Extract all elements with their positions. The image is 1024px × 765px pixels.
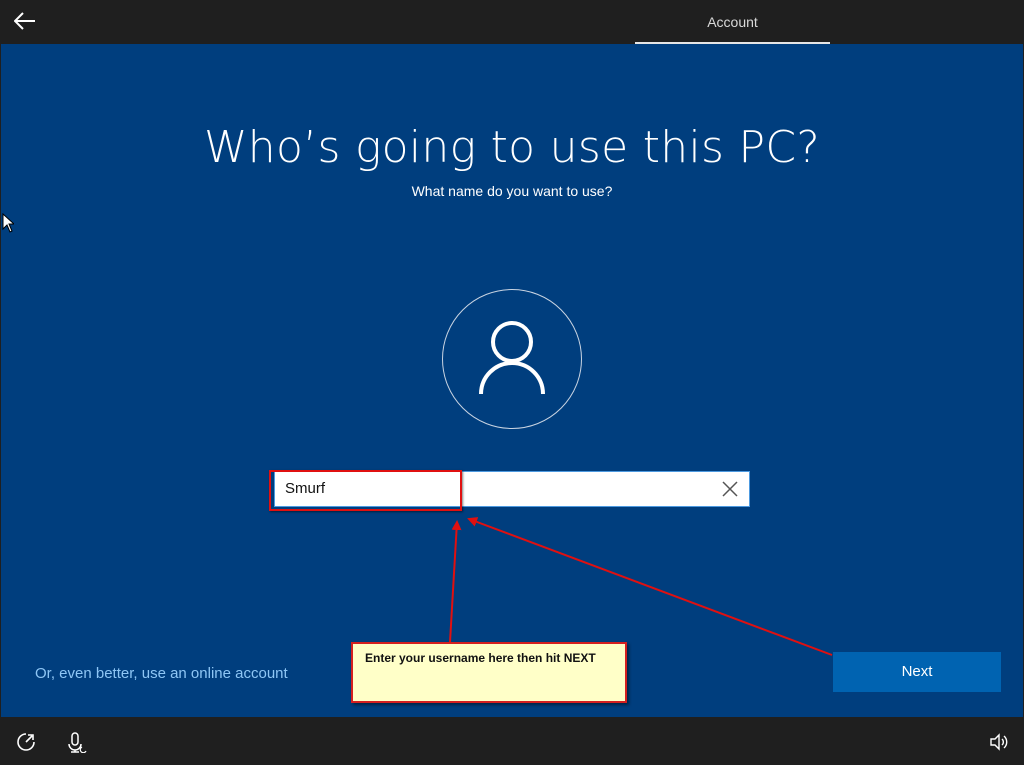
page-subtitle: What name do you want to use? <box>411 183 613 199</box>
annotation-arrow-up <box>449 520 462 643</box>
arrow-left-icon <box>14 12 35 30</box>
tab-account: Account <box>635 0 830 44</box>
back-button[interactable] <box>8 6 42 36</box>
clear-button[interactable] <box>721 480 739 498</box>
annotation-callout-text: Enter your username here then hit NEXT <box>365 651 596 665</box>
bottom-bar <box>0 717 1024 765</box>
volume-icon[interactable] <box>988 731 1010 753</box>
page-title: Who’s going to use this PC? <box>203 122 821 173</box>
username-field[interactable] <box>274 471 750 507</box>
tab-account-label: Account <box>707 14 758 30</box>
annotation-callout: Enter your username here then hit NEXT <box>351 642 627 703</box>
top-bar: Account <box>0 0 1024 44</box>
close-icon <box>722 481 738 497</box>
annotation-arrow-diagonal <box>467 517 833 656</box>
ease-of-access-icon[interactable] <box>15 731 37 753</box>
avatar <box>442 289 582 429</box>
mouse-cursor-icon <box>2 213 14 233</box>
microphone-icon[interactable] <box>66 731 88 753</box>
username-input[interactable] <box>285 472 705 506</box>
online-account-link[interactable]: Or, even better, use an online account <box>35 665 288 682</box>
user-icon <box>479 321 545 395</box>
next-button[interactable]: Next <box>833 652 1001 692</box>
setup-panel: Who’s going to use this PC? What name do… <box>1 44 1023 717</box>
